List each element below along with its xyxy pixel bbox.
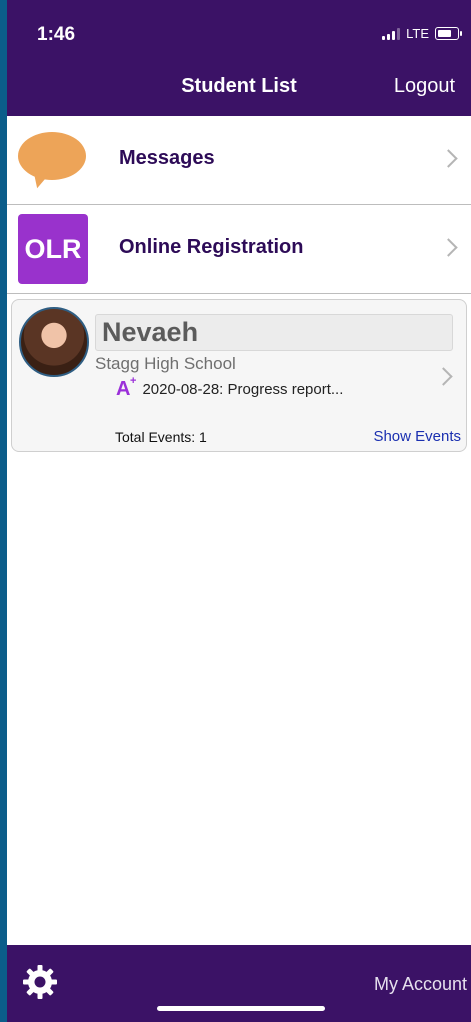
logout-button[interactable]: Logout bbox=[394, 75, 455, 98]
event-text: 2020-08-28: Progress report... bbox=[142, 381, 344, 398]
student-list-screen: 1:46 LTE Student List Logout Messages OL… bbox=[7, 0, 471, 1022]
chevron-right-icon bbox=[439, 238, 458, 257]
student-name-box: Nevaeh bbox=[95, 314, 453, 351]
footer-bar: My Account bbox=[7, 945, 471, 1022]
home-indicator[interactable] bbox=[157, 1006, 325, 1011]
network-label: LTE bbox=[406, 26, 429, 41]
grade-icon: A + bbox=[116, 375, 137, 400]
school-name: Stagg High School bbox=[95, 354, 236, 373]
chevron-right-icon bbox=[434, 367, 453, 386]
online-registration-row[interactable]: OLR Online Registration bbox=[7, 205, 471, 294]
my-account-button[interactable]: My Account bbox=[374, 974, 467, 995]
battery-icon bbox=[435, 27, 462, 40]
messages-row[interactable]: Messages bbox=[7, 116, 471, 205]
student-card[interactable]: Nevaeh Stagg High School A + 2020-08-28: … bbox=[11, 299, 467, 452]
header: 1:46 LTE Student List Logout bbox=[7, 0, 471, 116]
chat-bubble-icon bbox=[18, 132, 86, 180]
status-indicators: LTE bbox=[382, 26, 462, 41]
event-item: A + 2020-08-28: Progress report... bbox=[116, 375, 344, 401]
student-avatar bbox=[19, 307, 89, 377]
status-time: 1:46 bbox=[37, 24, 76, 45]
signal-icon bbox=[382, 27, 401, 40]
total-events: Total Events: 1 bbox=[115, 429, 207, 445]
gear-icon[interactable] bbox=[21, 963, 59, 1001]
messages-label: Messages bbox=[119, 147, 215, 169]
olr-icon: OLR bbox=[18, 214, 88, 284]
online-registration-label: Online Registration bbox=[119, 236, 304, 258]
show-events-link[interactable]: Show Events bbox=[373, 428, 461, 445]
student-name: Nevaeh bbox=[102, 317, 199, 347]
chevron-right-icon bbox=[439, 149, 458, 168]
